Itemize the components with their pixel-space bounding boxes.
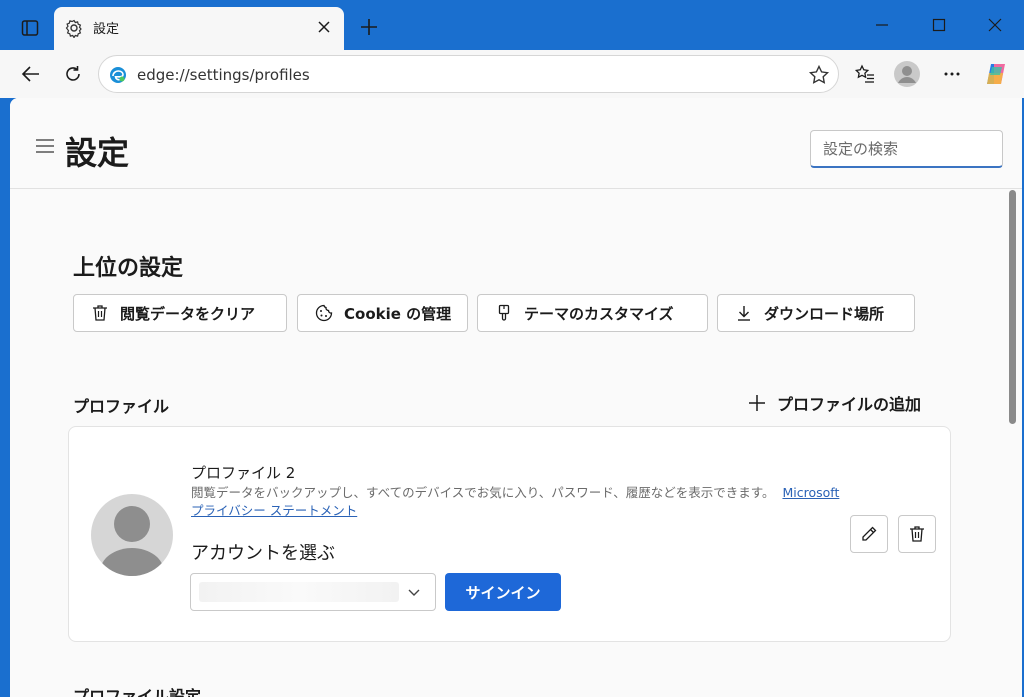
minimize-button[interactable] [862,10,902,40]
customize-theme-button[interactable]: テーマのカスタマイズ [477,294,708,332]
add-profile-label: プロファイルの追加 [777,395,922,414]
close-icon [988,18,1002,32]
tab-settings[interactable]: 設定 [54,7,344,50]
profiles-heading: プロファイル [73,397,170,416]
maximize-button[interactable] [919,10,959,40]
trash-icon [910,526,924,542]
customize-theme-label: テーマのカスタマイズ [524,304,674,323]
pencil-icon [862,526,877,541]
clear-browsing-data-label: 閲覧データをクリア [120,304,256,323]
scrollbar-thumb[interactable] [1009,190,1016,424]
avatar [91,494,173,576]
plus-icon [749,395,765,411]
profile-description-text: 閲覧データをバックアップし、すべてのデバイスでお気に入り、パスワード、履歴などを… [191,485,775,500]
brush-icon [498,304,510,321]
close-icon [318,21,330,33]
back-button[interactable] [16,59,46,89]
maximize-icon [932,18,946,32]
refresh-icon [66,66,80,81]
profile-settings-heading: プロファイル設定 [73,687,202,697]
minimize-icon [876,24,888,26]
page-title: 設定 [65,134,130,172]
account-value-redacted [199,582,399,602]
more-menu-button[interactable] [937,59,967,89]
edge-logo-icon [110,67,126,83]
download-icon [738,306,750,321]
title-bar: 設定 [0,0,1024,50]
browser-toolbar: edge://settings/profiles [0,50,1024,98]
cookie-icon [315,304,333,322]
delete-profile-button[interactable] [898,515,936,553]
gear-icon [65,19,82,38]
chevron-down-icon [408,589,420,596]
tab-actions-icon [21,20,39,36]
top-settings-heading: 上位の設定 [73,256,184,281]
window-close-button[interactable] [975,10,1015,40]
copilot-icon [987,64,1005,84]
manage-cookies-button[interactable]: Cookie の管理 [297,294,468,332]
sign-in-button[interactable]: サインイン [445,573,561,611]
copilot-button[interactable] [981,59,1011,89]
hamburger-menu-icon[interactable] [34,138,56,154]
profile-card: プロファイル 2 閲覧データをバックアップし、すべてのデバイスでお気に入り、パス… [68,426,951,642]
download-location-button[interactable]: ダウンロード場所 [717,294,915,332]
settings-page: 設定 上位の設定 閲覧データをクリア Cookie の管理 テーマのカスタマイズ… [10,98,1022,697]
clear-browsing-data-button[interactable]: 閲覧データをクリア [73,294,287,332]
trash-icon [93,305,107,321]
refresh-button[interactable] [58,59,88,89]
tab-close-button[interactable] [314,17,334,37]
tab-actions-button[interactable] [14,14,46,42]
favorites-list-icon [854,64,874,83]
address-bar[interactable]: edge://settings/profiles [98,55,839,93]
settings-search-box[interactable] [810,130,1003,168]
avatar-icon [894,61,920,87]
add-profile-button[interactable]: プロファイルの追加 [747,390,921,416]
profile-button[interactable] [892,59,922,89]
favorites-button[interactable] [850,59,880,89]
tab-title: 設定 [93,22,120,37]
choose-account-label: アカウントを選ぶ [191,543,335,564]
download-location-label: ダウンロード場所 [764,304,885,323]
settings-search-input[interactable] [811,131,1002,166]
plus-icon [361,19,377,35]
manage-cookies-label: Cookie の管理 [344,304,452,323]
back-arrow-icon [21,66,39,82]
profile-description: 閲覧データをバックアップし、すべてのデバイスでお気に入り、パスワード、履歴などを… [191,484,851,520]
favorite-star-icon[interactable] [808,64,830,86]
avatar-icon [100,506,164,576]
url-text: edge://settings/profiles [137,66,310,84]
new-tab-button[interactable] [355,13,383,41]
scrollbar[interactable] [1007,190,1017,697]
account-select[interactable] [190,573,436,611]
edit-profile-button[interactable] [850,515,888,553]
more-dots-icon [944,72,960,76]
settings-header: 設定 [10,98,1022,189]
profile-name: プロファイル 2 [191,464,296,482]
